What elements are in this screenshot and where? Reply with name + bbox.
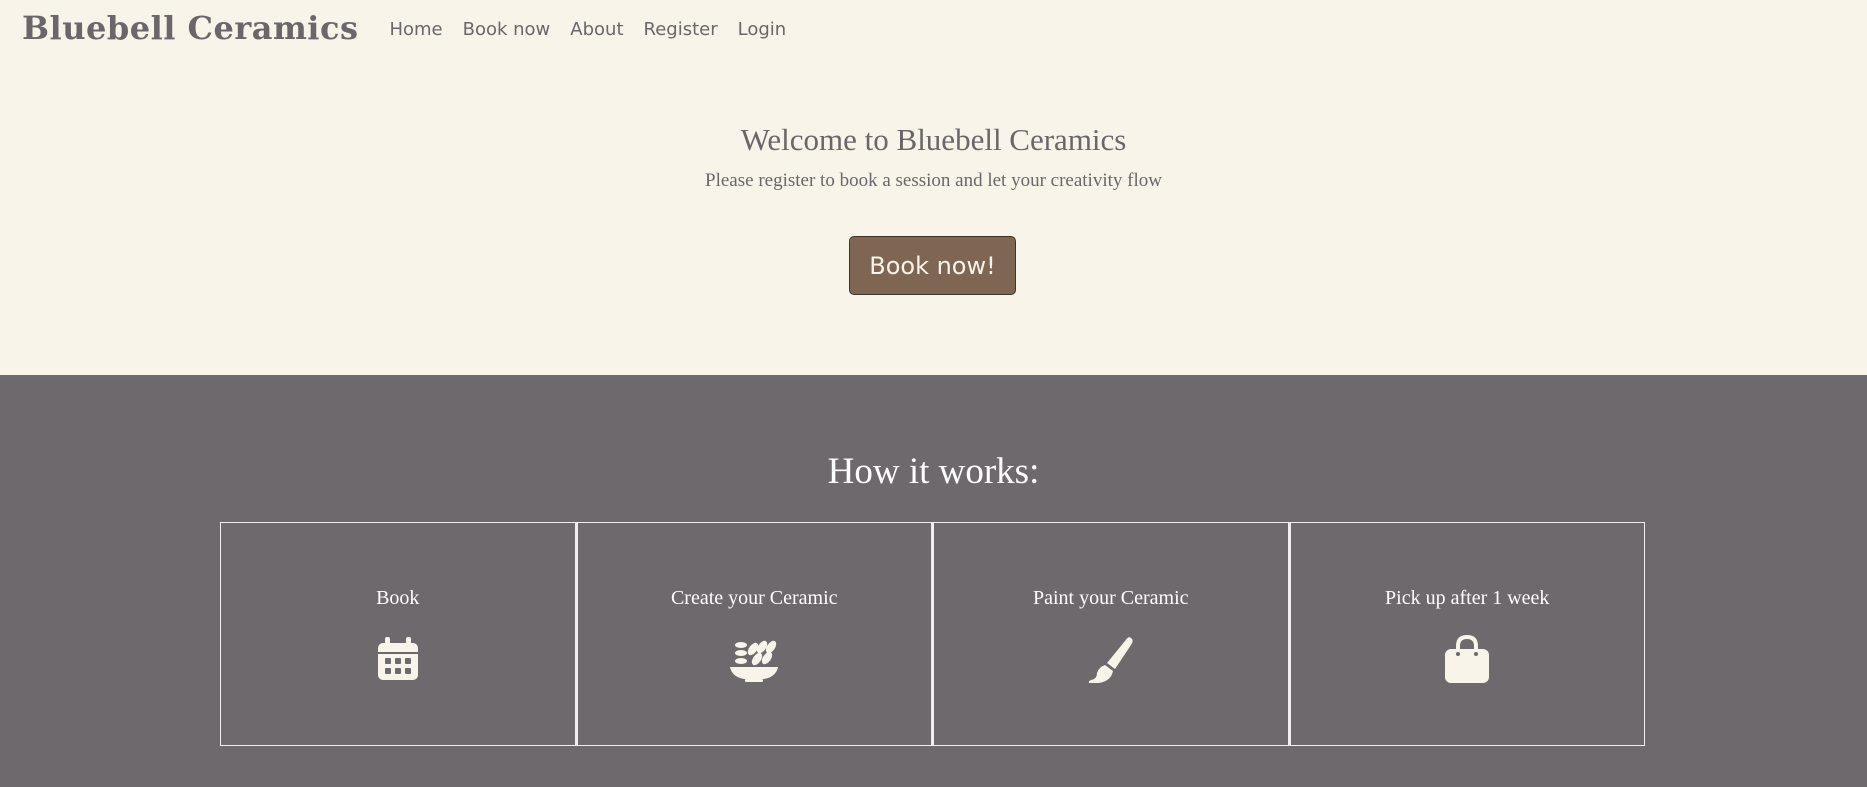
shopping-bag-icon [1441,633,1493,685]
paintbrush-icon [1085,633,1137,685]
hero-section: Welcome to Bluebell Ceramics Please regi… [0,58,1867,375]
step-card-book: Book [220,522,576,746]
step-label: Create your Ceramic [670,587,838,609]
brand-logo[interactable]: Bluebell Ceramics [22,9,358,47]
nav-link-login[interactable]: Login [738,19,787,40]
nav-link-book-now[interactable]: Book now [463,19,551,40]
navbar: Bluebell Ceramics Home Book now About Re… [0,0,1867,58]
steps-grid: Book Create your Ceramic Paint your Cera… [220,522,1645,746]
step-card-create: Create your Ceramic [575,522,932,746]
hero-subtitle: Please register to book a session and le… [705,170,1162,191]
nav-link-home[interactable]: Home [389,19,442,40]
hero-title: Welcome to Bluebell Ceramics [740,122,1127,157]
step-label: Book [376,587,420,609]
how-it-works-title: How it works: [827,451,1040,492]
step-label: Pick up after 1 week [1385,587,1550,609]
how-it-works-section: How it works: Book Create your Ceramic P… [0,375,1867,787]
calendar-icon [372,633,424,685]
step-card-paint: Paint your Ceramic [932,522,1289,746]
nav-link-about[interactable]: About [570,19,623,40]
step-label: Paint your Ceramic [1032,587,1189,609]
book-now-button[interactable]: Book now! [849,236,1016,295]
bowl-icon [728,633,780,685]
nav-link-register[interactable]: Register [644,19,718,40]
step-card-pickup: Pick up after 1 week [1288,522,1645,746]
